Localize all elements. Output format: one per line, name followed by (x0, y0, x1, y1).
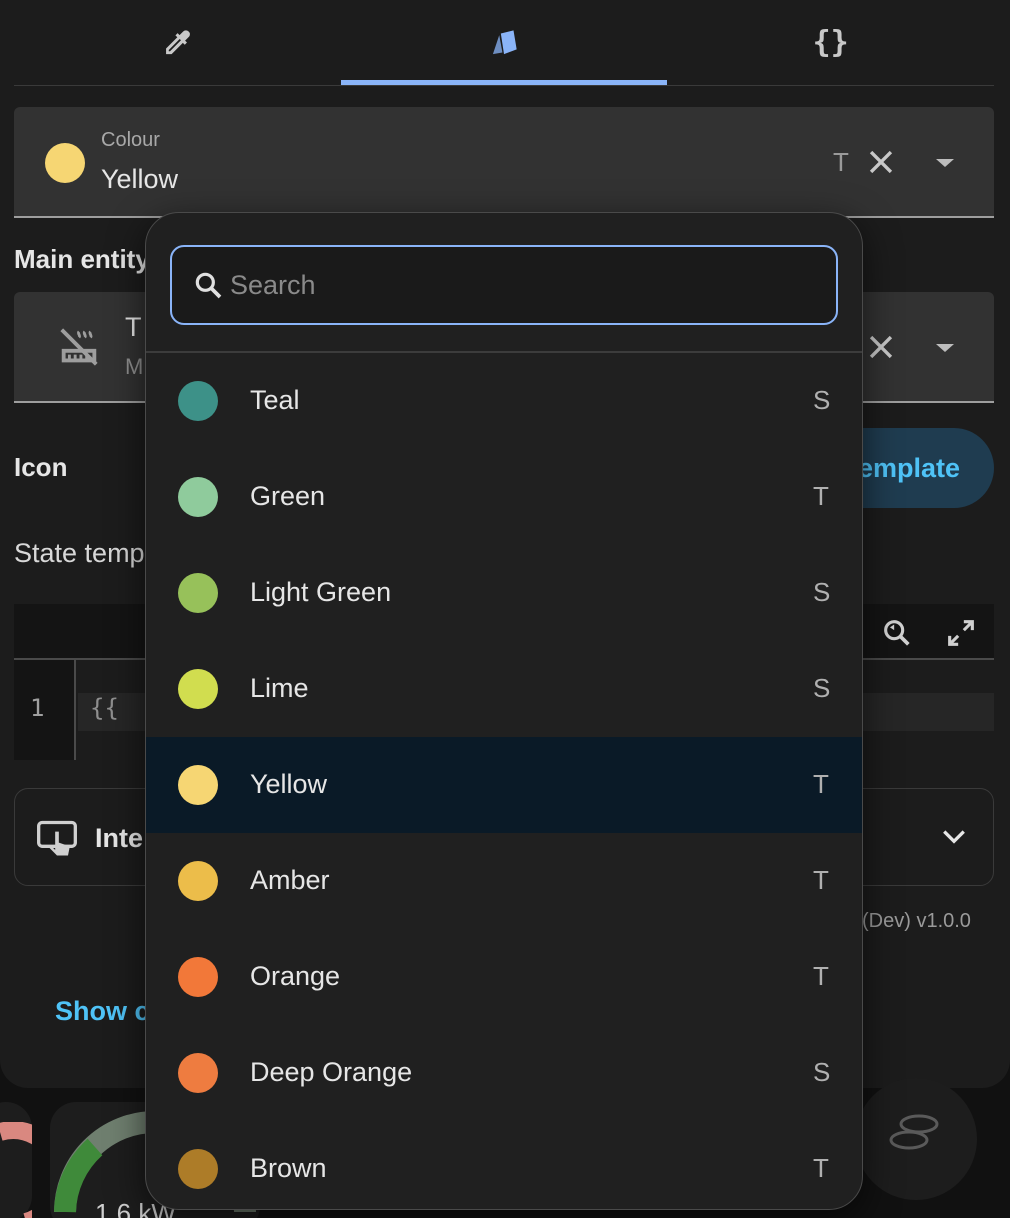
list-item[interactable]: Light Green S (146, 545, 862, 641)
option-label: Deep Orange (250, 1057, 413, 1087)
list-item[interactable]: Amber T (146, 833, 862, 929)
option-type: T (813, 865, 829, 895)
eyedropper-icon (166, 29, 191, 54)
option-list: Teal S Green T Light Green S Lime S Yellow T Amber… (146, 353, 862, 1209)
option-type: T (813, 481, 829, 511)
option-label: Green (250, 481, 326, 511)
colour-select[interactable]: Colour Yellow T (14, 107, 994, 218)
tab-yaml[interactable]: {} (667, 0, 994, 85)
icon-heading: Icon (14, 452, 68, 482)
option-label: Lime (250, 673, 309, 703)
colour-swatch (178, 477, 218, 517)
chain-icon (889, 1114, 939, 1150)
option-type: S (813, 577, 831, 607)
list-item[interactable]: Lime S (146, 641, 862, 737)
list-item[interactable]: Brown T (146, 1121, 862, 1209)
version-text: (Dev) v1.0.0 (862, 910, 971, 932)
entity-name: T (125, 312, 142, 342)
colour-swatch (178, 861, 218, 901)
option-label: Amber (250, 865, 330, 895)
show-code-link[interactable]: Show c (55, 996, 150, 1027)
caret-down-icon[interactable] (936, 159, 954, 167)
colour-swatch (178, 765, 218, 805)
search-input[interactable] (230, 261, 820, 309)
colour-type-badge: T (833, 147, 849, 177)
close-icon[interactable] (864, 330, 898, 364)
colour-swatch (178, 1149, 218, 1189)
refresh-search-icon[interactable] (880, 616, 914, 650)
gauge-arc (0, 1122, 32, 1218)
list-item[interactable]: Teal S (146, 353, 862, 449)
palette-swatch-icon (492, 29, 517, 54)
option-type: S (813, 673, 831, 703)
option-label: Teal (250, 385, 300, 415)
option-type: S (813, 385, 831, 415)
background-card (0, 1102, 32, 1218)
list-item[interactable]: Green T (146, 449, 862, 545)
caret-down-icon[interactable] (936, 344, 954, 352)
close-icon[interactable] (864, 145, 898, 179)
colour-swatch (178, 669, 218, 709)
line-number: 1 (30, 694, 45, 722)
tab-style[interactable] (340, 0, 668, 85)
chevron-down-icon (943, 830, 965, 844)
fullscreen-icon[interactable] (944, 616, 978, 650)
code-line: {{ (90, 694, 119, 722)
search-box[interactable] (170, 245, 838, 325)
list-item[interactable]: Orange T (146, 929, 862, 1025)
list-item[interactable]: Yellow T (146, 737, 862, 833)
colour-dropdown: TealSGreenTLight GreenSLimeSYellowTAmber… (145, 212, 863, 1210)
option-type: S (813, 1057, 831, 1087)
interactions-label: Inte (95, 823, 144, 853)
list-item[interactable]: Deep Orange S (146, 1025, 862, 1121)
main-entity-heading: Main entity (14, 244, 150, 274)
entity-id: M (125, 354, 144, 379)
tab-color-picker[interactable] (14, 0, 341, 85)
colour-swatch (178, 1053, 218, 1093)
option-label: Brown (250, 1153, 327, 1183)
option-label: Orange (250, 961, 341, 991)
option-type: T (813, 961, 829, 991)
option-type: T (813, 769, 829, 799)
code-gutter: 1 (14, 660, 76, 760)
background-button (855, 1078, 977, 1200)
fan-off-icon (60, 328, 98, 366)
colour-value: Yellow (101, 164, 179, 194)
colour-label: Colour (101, 129, 160, 151)
colour-swatch (178, 381, 218, 421)
state-template-heading: State temp (14, 538, 145, 568)
gesture-tap-icon (37, 820, 77, 856)
editor-tabs: {} (14, 0, 994, 86)
search-icon (195, 272, 222, 299)
option-type: T (813, 1153, 829, 1183)
code-braces-icon: {} (812, 25, 849, 60)
colour-swatch (178, 573, 218, 613)
colour-swatch (45, 143, 85, 183)
option-label: Light Green (250, 577, 392, 607)
colour-swatch (178, 957, 218, 997)
option-label: Yellow (250, 769, 328, 799)
